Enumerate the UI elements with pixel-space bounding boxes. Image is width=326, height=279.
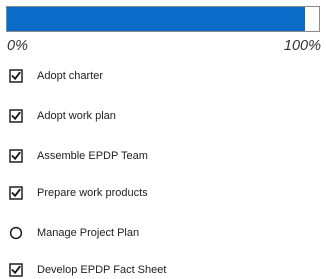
progress-fill: [7, 7, 305, 31]
task-item-adopt-work-plan: Adopt work plan: [9, 107, 116, 125]
task-item-prepare-work-products: Prepare work products: [9, 184, 148, 202]
checked-box-icon: [9, 69, 23, 83]
checked-box-icon: [9, 109, 23, 123]
open-circle-icon: [9, 226, 23, 240]
task-label: Assemble EPDP Team: [37, 150, 148, 162]
checked-box-icon: [9, 149, 23, 163]
task-item-adopt-charter: Adopt charter: [9, 67, 103, 85]
task-label: Manage Project Plan: [37, 227, 140, 239]
progress-max-label: 100%: [283, 38, 321, 54]
task-label: Develop EPDP Fact Sheet: [37, 264, 167, 276]
checked-box-icon: [9, 186, 23, 200]
progress-min-label: 0%: [7, 38, 28, 54]
task-item-manage-project-plan: Manage Project Plan: [9, 224, 139, 242]
task-label: Adopt charter: [37, 70, 104, 82]
checked-box-icon: [9, 263, 23, 277]
task-item-assemble-epdp-team: Assemble EPDP Team: [9, 147, 148, 165]
progress-bar: [6, 6, 320, 32]
task-label: Adopt work plan: [37, 110, 116, 122]
task-label: Prepare work products: [37, 187, 148, 199]
task-item-develop-epdp-fact-sheet: Develop EPDP Fact Sheet: [9, 261, 166, 279]
